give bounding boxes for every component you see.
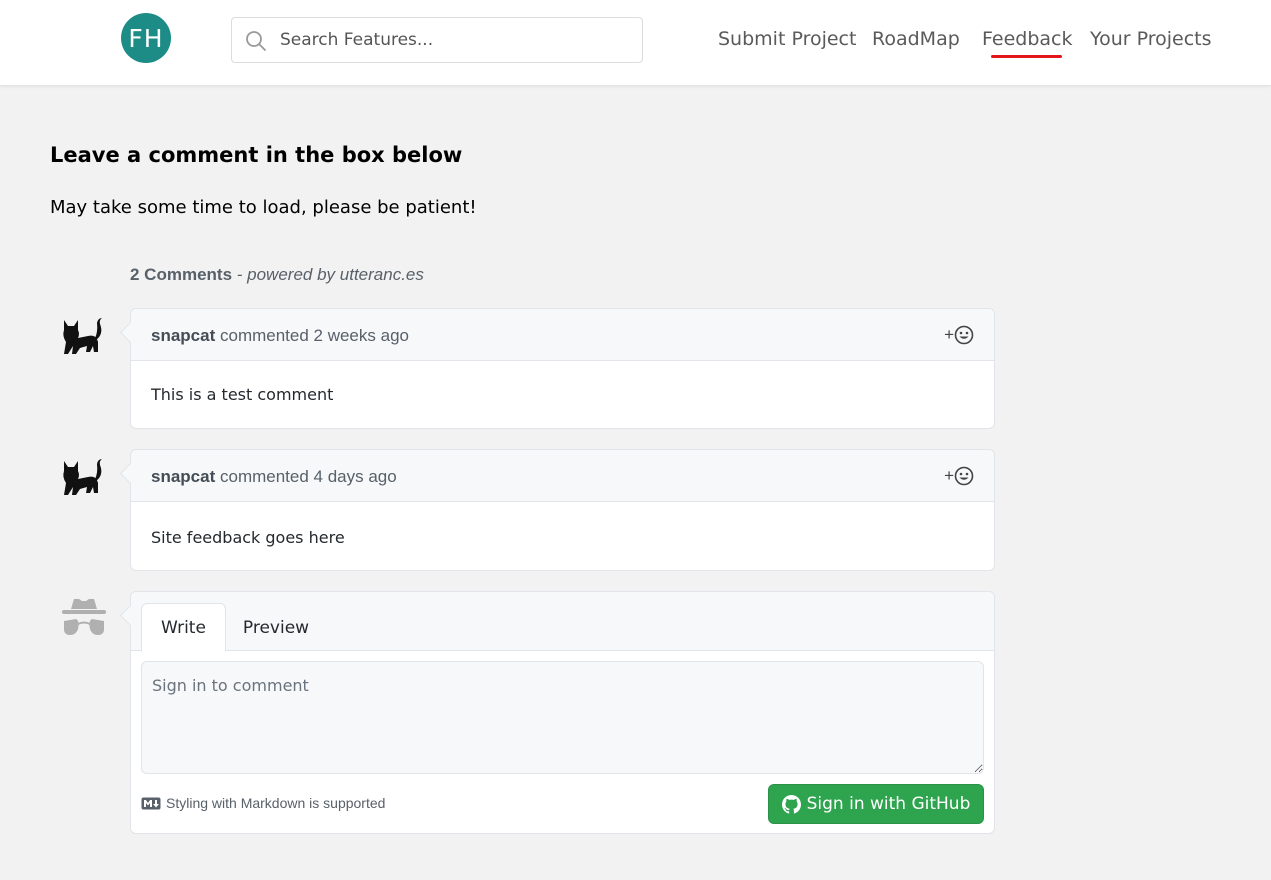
incognito-icon xyxy=(62,599,106,635)
comment-meta[interactable]: commented 4 days ago xyxy=(220,467,397,486)
markdown-icon xyxy=(141,797,161,809)
add-reaction-button[interactable]: + xyxy=(944,325,974,345)
smiley-icon xyxy=(954,466,974,486)
powered-by-link[interactable]: - powered by utteranc.es xyxy=(237,265,424,284)
comment-author[interactable]: snapcat xyxy=(151,467,215,486)
nav-roadmap[interactable]: RoadMap xyxy=(872,28,960,50)
black-cat-icon xyxy=(63,318,102,354)
comment-count-label[interactable]: 2 Comments xyxy=(130,265,232,284)
comment-card: snapcat commented 4 days ago + Site feed… xyxy=(130,449,995,571)
editor-tabs: Write Preview xyxy=(131,592,994,652)
comment-header: snapcat commented 4 days ago + xyxy=(131,450,994,502)
navbar: FH Submit Project RoadMap Feedback Your … xyxy=(0,0,1271,86)
anonymous-avatar xyxy=(60,595,106,639)
comment-author[interactable]: snapcat xyxy=(151,326,215,345)
comment-body: This is a test comment xyxy=(131,361,994,427)
markdown-note[interactable]: Styling with Markdown is supported xyxy=(141,795,385,811)
nav-your-projects[interactable]: Your Projects xyxy=(1090,28,1212,50)
comment-card: snapcat commented 2 weeks ago + This is … xyxy=(130,308,995,429)
reaction-plus: + xyxy=(944,466,954,485)
tab-write[interactable]: Write xyxy=(141,603,226,652)
search-input[interactable] xyxy=(280,26,630,54)
tab-preview[interactable]: Preview xyxy=(231,603,321,652)
markdown-note-text: Styling with Markdown is supported xyxy=(166,795,386,811)
page-heading: Leave a comment in the box below xyxy=(50,143,463,167)
add-reaction-button[interactable]: + xyxy=(944,466,974,486)
reaction-plus: + xyxy=(944,325,954,344)
comment-textarea[interactable] xyxy=(141,661,984,774)
comment-editor: Write Preview Styling with Markdown is s… xyxy=(130,591,995,834)
smiley-icon xyxy=(954,325,974,345)
search-box[interactable] xyxy=(231,17,643,63)
comment-avatar[interactable] xyxy=(60,312,104,356)
black-cat-icon xyxy=(63,459,102,495)
comment-text: Site feedback goes here xyxy=(151,528,345,547)
sign-in-github-button[interactable]: Sign in with GitHub xyxy=(768,784,984,824)
github-icon xyxy=(781,794,801,814)
comment-meta[interactable]: commented 2 weeks ago xyxy=(220,326,409,345)
active-nav-indicator xyxy=(991,55,1062,58)
comment-count: 2 Comments - powered by utteranc.es xyxy=(130,265,424,285)
sign-in-label: Sign in with GitHub xyxy=(806,794,971,814)
logo[interactable]: FH xyxy=(121,13,171,63)
page-subtext: May take some time to load, please be pa… xyxy=(50,197,477,218)
nav-submit-project[interactable]: Submit Project xyxy=(718,28,856,50)
comment-text: This is a test comment xyxy=(151,385,334,404)
search-icon xyxy=(246,31,266,51)
comment-body: Site feedback goes here xyxy=(131,502,994,570)
comment-header: snapcat commented 2 weeks ago + xyxy=(131,309,994,361)
nav-feedback[interactable]: Feedback xyxy=(982,28,1072,50)
comment-avatar[interactable] xyxy=(60,453,104,497)
